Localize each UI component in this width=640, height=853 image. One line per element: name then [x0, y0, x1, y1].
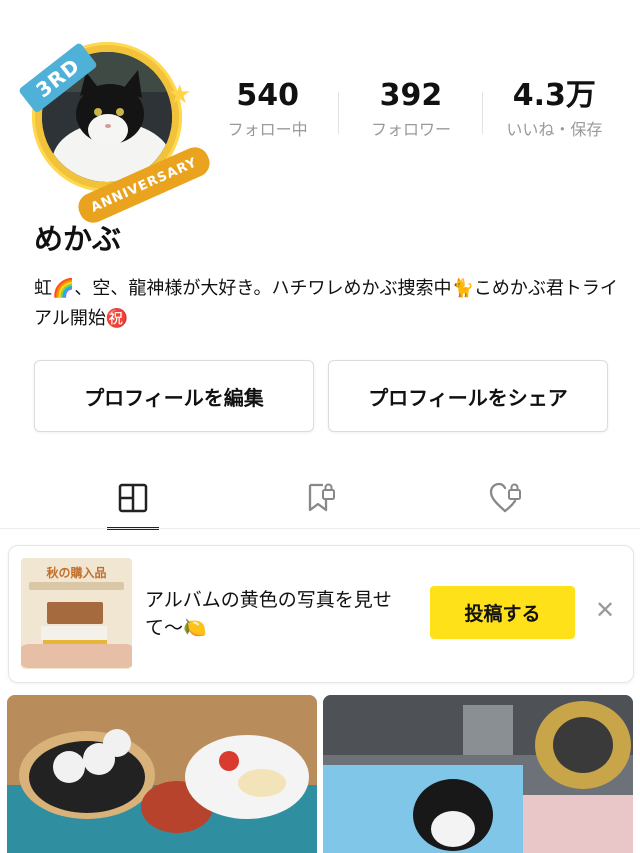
stat-value: 392: [379, 78, 443, 113]
divider: [0, 528, 640, 529]
profile-tabs: [0, 460, 640, 530]
thumbnail-title: 秋の購入品: [46, 566, 107, 580]
stat-value: 4.3万: [512, 78, 596, 113]
edit-profile-button[interactable]: プロフィールを編集: [34, 360, 314, 432]
post-thumbnail[interactable]: [7, 695, 317, 853]
profile-stats: 540 フォロー中 392 フォロワー 4.3万 いいね・保存: [196, 74, 626, 154]
thumbnail-item: [41, 626, 107, 640]
thumbnail-subtitle-bar: [29, 582, 124, 590]
post-thumbnail[interactable]: [323, 695, 633, 853]
suggestion-text: アルバムの黄色の写真を見せて〜🍋: [145, 589, 392, 639]
stat-label: いいね・保存: [506, 120, 603, 139]
star-icon: ★: [168, 80, 192, 110]
username: めかぶ: [34, 222, 122, 256]
thumbnail-hand: [21, 644, 132, 668]
tab-liked[interactable]: [486, 478, 526, 518]
cat-photo: [323, 695, 633, 853]
bio: 虹🌈、空、龍神様が大好き。ハチワレめかぶ捜索中🐈こめかぶ君トライアル開始㊗️: [34, 278, 618, 329]
stat-label: フォロワー: [370, 120, 451, 139]
post-suggestion-card: 秋の購入品 アルバムの黄色の写真を見せて〜🍋 投稿する ✕: [8, 545, 634, 683]
stat-value: 540: [236, 78, 299, 113]
stat-followers[interactable]: 392 フォロワー: [339, 74, 483, 154]
stat-likes-saves[interactable]: 4.3万 いいね・保存: [483, 74, 626, 154]
post-button[interactable]: 投稿する: [430, 586, 575, 639]
tab-posts[interactable]: [113, 478, 153, 518]
avatar[interactable]: 3RD ANNIVERSARY ★: [18, 30, 215, 228]
stat-following[interactable]: 540 フォロー中: [196, 74, 340, 154]
close-icon[interactable]: ✕: [593, 598, 617, 622]
thumbnail-item: [47, 602, 103, 624]
food-photo: [7, 695, 317, 853]
heart-lock-icon: [489, 482, 521, 513]
grid-icon: [118, 483, 148, 513]
stat-label: フォロー中: [227, 120, 308, 139]
suggestion-thumbnail[interactable]: 秋の購入品: [21, 558, 132, 669]
share-profile-button[interactable]: プロフィールをシェア: [328, 360, 608, 432]
tab-saved[interactable]: [300, 478, 340, 518]
bookmark-lock-icon: [308, 483, 335, 512]
